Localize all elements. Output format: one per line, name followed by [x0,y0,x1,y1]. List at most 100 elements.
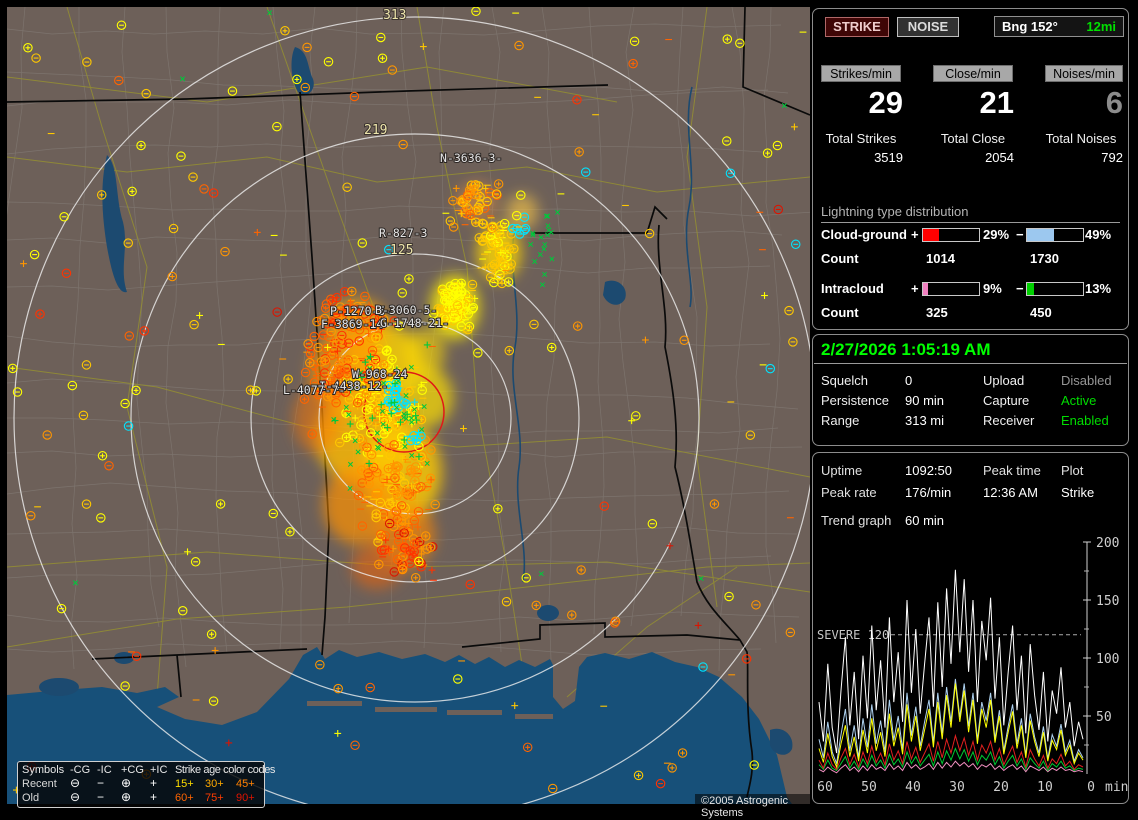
total-noises-label: Total Noises [1035,131,1127,146]
cg-minus-bar-fill [1027,229,1054,241]
neg-ic-old-icon: − [97,791,121,805]
cloud-ground-label: Cloud-ground [821,227,907,242]
map-canvas[interactable]: 313219125N-3636-3-R-827-3P-1270-5-B-3060… [7,7,810,804]
cg-plus-pct: 29% [983,227,1009,242]
upload-label: Upload [983,373,1024,388]
pos-cg-old-icon: ⊕ [121,791,150,805]
trend-graph-value: 60 min [905,513,944,528]
total-noises-value: 792 [1053,150,1123,165]
svg-text:200: 200 [1096,537,1119,551]
capture-value: Active [1061,393,1096,408]
neg-cg-recent-icon: ⊖ [70,777,97,791]
plus-sign: + [911,281,919,296]
ic-minus-bar-fill [1027,283,1034,295]
ic-count-label: Count [821,305,859,320]
close-per-min-chip: Close/min [933,65,1013,82]
legend-age-header: Strike age color codes [175,763,267,777]
neg-cg-old-icon: ⊖ [70,791,97,805]
nexstorm-app: { "header": { "strike_button": "STRIKE",… [0,0,1138,812]
distribution-title: Lightning type distribution [821,204,1120,223]
svg-text:L-4077-7-: L-4077-7- [283,383,345,397]
strikes-per-min-chip: Strikes/min [821,65,901,82]
divider [814,363,1127,364]
ic-plus-bar-fill [923,283,928,295]
persistence-value: 90 min [905,393,944,408]
age-45: 45+ [236,777,267,791]
minus-sign: − [1016,227,1024,242]
svg-text:30: 30 [949,780,965,795]
svg-text:G-1748-21-: G-1748-21- [380,316,449,330]
svg-text:60: 60 [817,780,833,795]
svg-text:219: 219 [364,123,387,138]
ic-minus-pct: 13% [1085,281,1111,296]
svg-text:N-3636-3-: N-3636-3- [440,151,502,165]
ic-minus-bar [1026,282,1084,296]
ic-plus-pct: 9% [983,281,1002,296]
noise-button[interactable]: NOISE [897,17,959,37]
svg-text:40: 40 [905,780,921,795]
uptime-value: 1092:50 [905,463,952,478]
cg-minus-count: 1730 [1030,251,1059,266]
range-label: Range [821,413,859,428]
legend-col-pic: +IC [150,763,175,777]
strikes-per-min-value: 29 [833,85,903,121]
strike-button[interactable]: STRIKE [825,17,889,37]
svg-text:100: 100 [1096,652,1119,667]
receiver-value: Enabled [1061,413,1109,428]
squelch-value: 0 [905,373,912,388]
cg-plus-bar-fill [923,229,939,241]
peak-rate-label: Peak rate [821,485,877,500]
session-panel: Uptime 1092:50 Peak time Plot Peak rate … [812,452,1129,804]
legend-recent-label: Recent [22,777,70,791]
plus-sign: + [911,227,919,242]
svg-text:min: min [1105,780,1128,795]
receiver-label: Receiver [983,413,1034,428]
noises-per-min-chip: Noises/min [1045,65,1123,82]
svg-text:20: 20 [993,780,1009,795]
legend-col-nic: -IC [97,763,121,777]
ic-plus-bar [922,282,980,296]
svg-text:0: 0 [1087,780,1095,795]
legend-box: Symbols -CG -IC +CG +IC Strike age color… [17,761,265,808]
range-value: 313 mi [905,413,944,428]
svg-text:10: 10 [1037,780,1053,795]
total-close-label: Total Close [927,131,1019,146]
legend-col-pcg: +CG [121,763,150,777]
svg-text:125: 125 [390,243,413,258]
total-strikes-label: Total Strikes [815,131,907,146]
peak-time-label: Peak time [983,463,1041,478]
age-90: 90+ [236,791,267,805]
pos-cg-recent-icon: ⊕ [121,777,150,791]
age-60: 60+ [175,791,205,805]
close-per-min-value: 21 [944,85,1014,121]
strike-map[interactable]: 313219125N-3636-3-R-827-3P-1270-5-B-3060… [7,7,810,804]
status-panel: 2/27/2026 1:05:19 AM Squelch 0 Upload Di… [812,334,1129,446]
trend-graph-label: Trend graph [821,513,891,528]
cg-plus-count: 1014 [926,251,955,266]
uptime-label: Uptime [821,463,862,478]
svg-text:150: 150 [1096,594,1119,609]
peak-rate-value: 176/min [905,485,951,500]
noises-per-min-value: 6 [1053,85,1123,121]
legend-symbols-label: Symbols [22,763,70,777]
svg-text:SEVERE 120: SEVERE 120 [817,628,889,642]
age-75: 75+ [205,791,236,805]
pos-ic-recent-icon: + [150,777,175,791]
cg-minus-bar [1026,228,1084,242]
bearing-display: Bng 152° 12mi [994,16,1124,37]
total-close-value: 2054 [944,150,1014,165]
svg-text:B-3060-5-: B-3060-5- [375,303,437,317]
bearing-value: Bng 152° [1002,19,1058,34]
stats-panel: STRIKE NOISE Bng 152° 12mi Strikes/min C… [812,8,1129,330]
svg-text:50: 50 [1096,710,1112,725]
total-strikes-value: 3519 [833,150,903,165]
capture-label: Capture [983,393,1029,408]
bearing-distance: 12mi [1086,19,1116,34]
cg-count-label: Count [821,251,859,266]
datetime-display: 2/27/2026 1:05:19 AM [821,340,990,360]
intracloud-label: Intracloud [821,281,884,296]
cg-minus-pct: 49% [1085,227,1111,242]
legend-old-label: Old [22,791,70,805]
minus-sign: − [1016,281,1024,296]
plot-value: Strike [1061,485,1094,500]
